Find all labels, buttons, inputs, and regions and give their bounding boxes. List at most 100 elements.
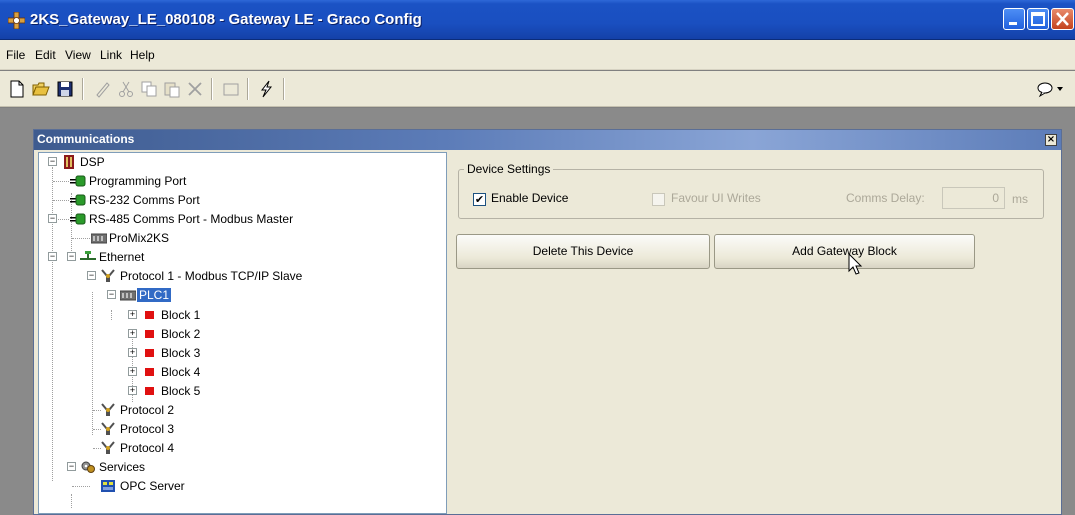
- tree-node-ethernet[interactable]: − − Ethernet: [39, 248, 439, 267]
- protocol-icon: [101, 441, 115, 454]
- tree-node-protocol-2[interactable]: Protocol 2: [39, 401, 439, 420]
- tree-label: Services: [99, 460, 146, 474]
- device-tree: − DSP Programming Port RS-232 Comms Port…: [38, 152, 447, 514]
- communications-title: Communications: [37, 132, 135, 146]
- paste-icon[interactable]: [163, 80, 181, 98]
- expand-icon[interactable]: +: [128, 386, 137, 395]
- expand-icon[interactable]: +: [128, 329, 137, 338]
- tree-line: [72, 486, 90, 487]
- new-icon[interactable]: [8, 80, 26, 98]
- add-gateway-block-button[interactable]: Add Gateway Block: [714, 234, 975, 269]
- delete-icon[interactable]: [186, 80, 204, 98]
- minimize-button[interactable]: [1003, 8, 1025, 30]
- menu-view[interactable]: View: [65, 48, 91, 62]
- tree-node-protocol-3[interactable]: Protocol 3: [39, 420, 439, 439]
- collapse-icon[interactable]: −: [48, 214, 57, 223]
- port-icon: [70, 175, 86, 187]
- tree-label: OPC Server: [120, 479, 185, 493]
- tree-label: Block 1: [161, 308, 201, 322]
- block-icon: [145, 311, 154, 319]
- tree-node-protocol-1[interactable]: − Protocol 1 - Modbus TCP/IP Slave: [39, 267, 439, 286]
- close-button[interactable]: [1051, 8, 1074, 30]
- collapse-icon[interactable]: −: [67, 252, 76, 261]
- checkmark-icon: ✔: [474, 193, 485, 206]
- ethernet-icon: [80, 251, 96, 260]
- close-child-button[interactable]: ×: [1045, 134, 1057, 146]
- menu-link[interactable]: Link: [100, 48, 122, 62]
- block-icon: [145, 330, 154, 338]
- tree-node-services[interactable]: − Services: [39, 458, 439, 477]
- tree-node-block[interactable]: + Block 5: [39, 382, 439, 401]
- tree-node-block[interactable]: + Block 1: [39, 306, 439, 325]
- tree-node-rs232[interactable]: RS-232 Comms Port: [39, 191, 439, 210]
- tree-label-selected: PLC1: [137, 288, 172, 302]
- window-icon[interactable]: [222, 80, 240, 98]
- tree-line: [53, 200, 69, 201]
- collapse-icon[interactable]: −: [107, 290, 116, 299]
- menu-edit[interactable]: Edit: [35, 48, 56, 62]
- lightning-icon[interactable]: [257, 80, 275, 98]
- port-icon: [70, 213, 86, 225]
- tree-node-rs485[interactable]: − RS-485 Comms Port - Modbus Master: [39, 210, 439, 229]
- cut-icon[interactable]: [117, 80, 135, 98]
- tree-label: Block 5: [161, 384, 201, 398]
- tree-node-opc-server[interactable]: OPC Server: [39, 477, 439, 496]
- tree-label: Protocol 4: [120, 441, 175, 455]
- delete-device-button[interactable]: Delete This Device: [456, 234, 710, 269]
- comment-dropdown-icon[interactable]: [1036, 80, 1066, 98]
- maximize-button[interactable]: [1027, 8, 1049, 30]
- collapse-icon[interactable]: −: [48, 157, 57, 166]
- device-settings-title: Device Settings: [464, 162, 554, 176]
- collapse-icon[interactable]: −: [48, 252, 57, 261]
- expand-icon[interactable]: +: [128, 367, 137, 376]
- tree-node-promix2ks[interactable]: ProMix2KS: [39, 229, 439, 248]
- tree-label: Protocol 2: [120, 403, 175, 417]
- enable-device-label: Enable Device: [491, 191, 569, 205]
- tree-label: Programming Port: [89, 174, 187, 188]
- opc-server-icon: [101, 480, 115, 492]
- app-gateway-icon: [8, 12, 25, 29]
- tree-label: Protocol 3: [120, 422, 175, 436]
- mouse-cursor-icon: [848, 253, 863, 275]
- tree-node-programming-port[interactable]: Programming Port: [39, 172, 439, 191]
- tree-label: DSP: [80, 155, 105, 169]
- communications-window: Communications × − DSP Programming Port …: [33, 129, 1062, 515]
- copy-icon[interactable]: [140, 80, 158, 98]
- menu-help[interactable]: Help: [130, 48, 155, 62]
- edit-icon[interactable]: [94, 80, 112, 98]
- device-icon: [91, 233, 107, 244]
- communications-title-bar: Communications ×: [34, 130, 1061, 150]
- tree-label: Block 3: [161, 346, 201, 360]
- tree-label: RS-485 Comms Port - Modbus Master: [89, 212, 294, 226]
- tree-line: [58, 219, 69, 220]
- tree-line: [71, 494, 72, 508]
- block-icon: [145, 349, 154, 357]
- collapse-icon[interactable]: −: [87, 271, 96, 280]
- block-icon: [145, 368, 154, 376]
- tree-label: Block 4: [161, 365, 201, 379]
- close-icon: ×: [1046, 134, 1056, 145]
- tree-node-protocol-4[interactable]: Protocol 4: [39, 439, 439, 458]
- toolbar: [0, 71, 1075, 107]
- menu-file[interactable]: File: [6, 48, 25, 62]
- tree-label: RS-232 Comms Port: [89, 193, 200, 207]
- services-gear-icon: [81, 461, 95, 473]
- open-icon[interactable]: [32, 80, 50, 98]
- tree-label: Protocol 1 - Modbus TCP/IP Slave: [120, 269, 303, 283]
- save-icon[interactable]: [56, 80, 74, 98]
- enable-device-checkbox[interactable]: ✔: [473, 193, 486, 206]
- tree-node-plc1[interactable]: − PLC1: [39, 286, 439, 305]
- toolbar-separator: [211, 78, 213, 100]
- collapse-icon[interactable]: −: [67, 462, 76, 471]
- tree-node-block[interactable]: + Block 3: [39, 344, 439, 363]
- dsp-icon: [64, 155, 74, 169]
- expand-icon[interactable]: +: [128, 348, 137, 357]
- tree-node-block[interactable]: + Block 4: [39, 363, 439, 382]
- comms-delay-input[interactable]: 0: [942, 187, 1005, 209]
- tree-node-block[interactable]: + Block 2: [39, 325, 439, 344]
- protocol-icon: [101, 403, 115, 416]
- expand-icon[interactable]: +: [128, 310, 137, 319]
- block-icon: [145, 387, 154, 395]
- favour-ui-writes-checkbox[interactable]: [652, 193, 665, 206]
- tree-node-dsp[interactable]: − DSP: [39, 153, 439, 172]
